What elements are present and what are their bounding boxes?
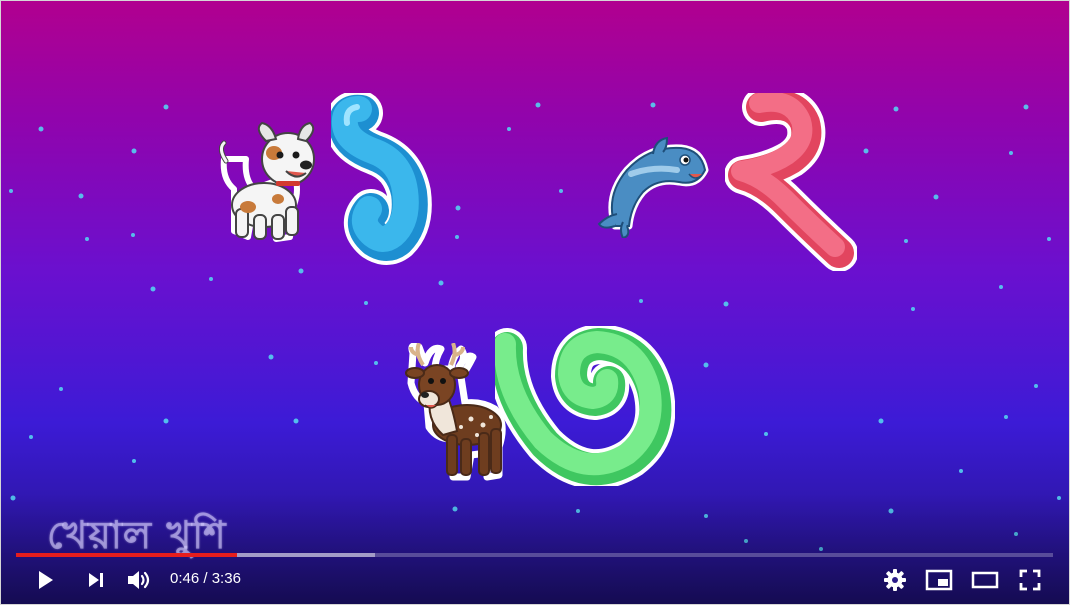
dolphin-illustration [597, 136, 709, 238]
gear-icon [884, 569, 906, 591]
video-player[interactable]: খেয়াল খুশি 0:46 / 3:36 [0, 0, 1070, 605]
theater-icon [971, 571, 999, 589]
channel-watermark: খেয়াল খুশি [47, 512, 227, 557]
deer-illustration [405, 343, 506, 481]
volume-icon [128, 571, 150, 589]
progress-played [16, 553, 237, 557]
settings-button[interactable] [880, 564, 910, 596]
time-separator: / [203, 570, 212, 587]
miniplayer-icon [925, 569, 953, 591]
play-icon [39, 571, 53, 589]
play-button[interactable] [29, 564, 61, 596]
next-button[interactable] [81, 564, 111, 596]
current-time: 0:46 [170, 570, 200, 587]
progress-bar[interactable] [16, 553, 1053, 557]
miniplayer-button[interactable] [923, 564, 955, 596]
digit-one-graphic [331, 93, 432, 265]
next-icon [89, 573, 103, 587]
dog-illustration [218, 121, 315, 242]
fullscreen-icon [1019, 569, 1041, 591]
digit-three-graphic [495, 326, 675, 486]
duration: 3:36 [211, 570, 241, 587]
fullscreen-button[interactable] [1014, 564, 1046, 596]
time-display: 0:46 / 3:36 [170, 570, 241, 587]
digit-two-graphic [725, 93, 857, 271]
volume-button[interactable] [122, 564, 158, 596]
theater-mode-button[interactable] [968, 564, 1002, 596]
